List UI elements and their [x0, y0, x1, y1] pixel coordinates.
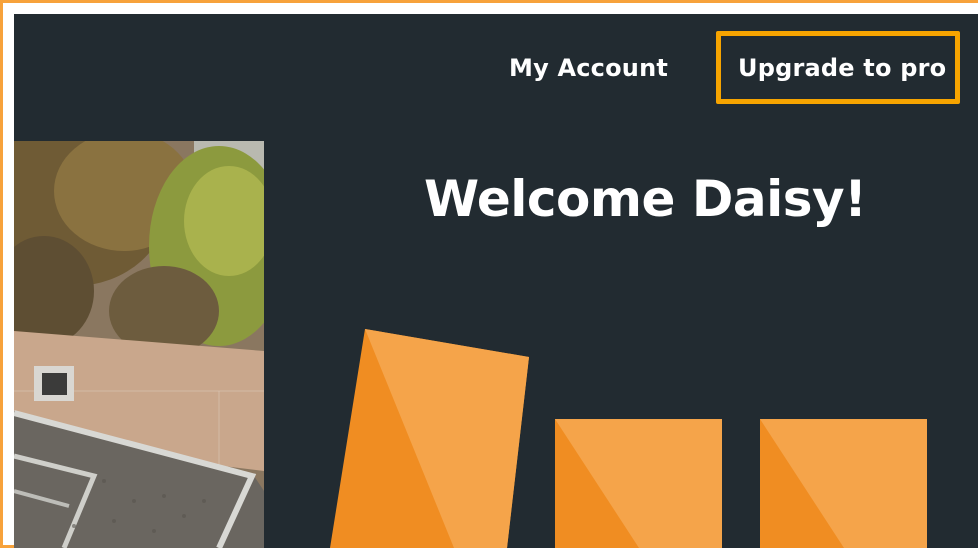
app-screen: My Account Upgrade to pro Welcome Daisy! [14, 14, 978, 548]
decorative-shapes [330, 329, 927, 548]
